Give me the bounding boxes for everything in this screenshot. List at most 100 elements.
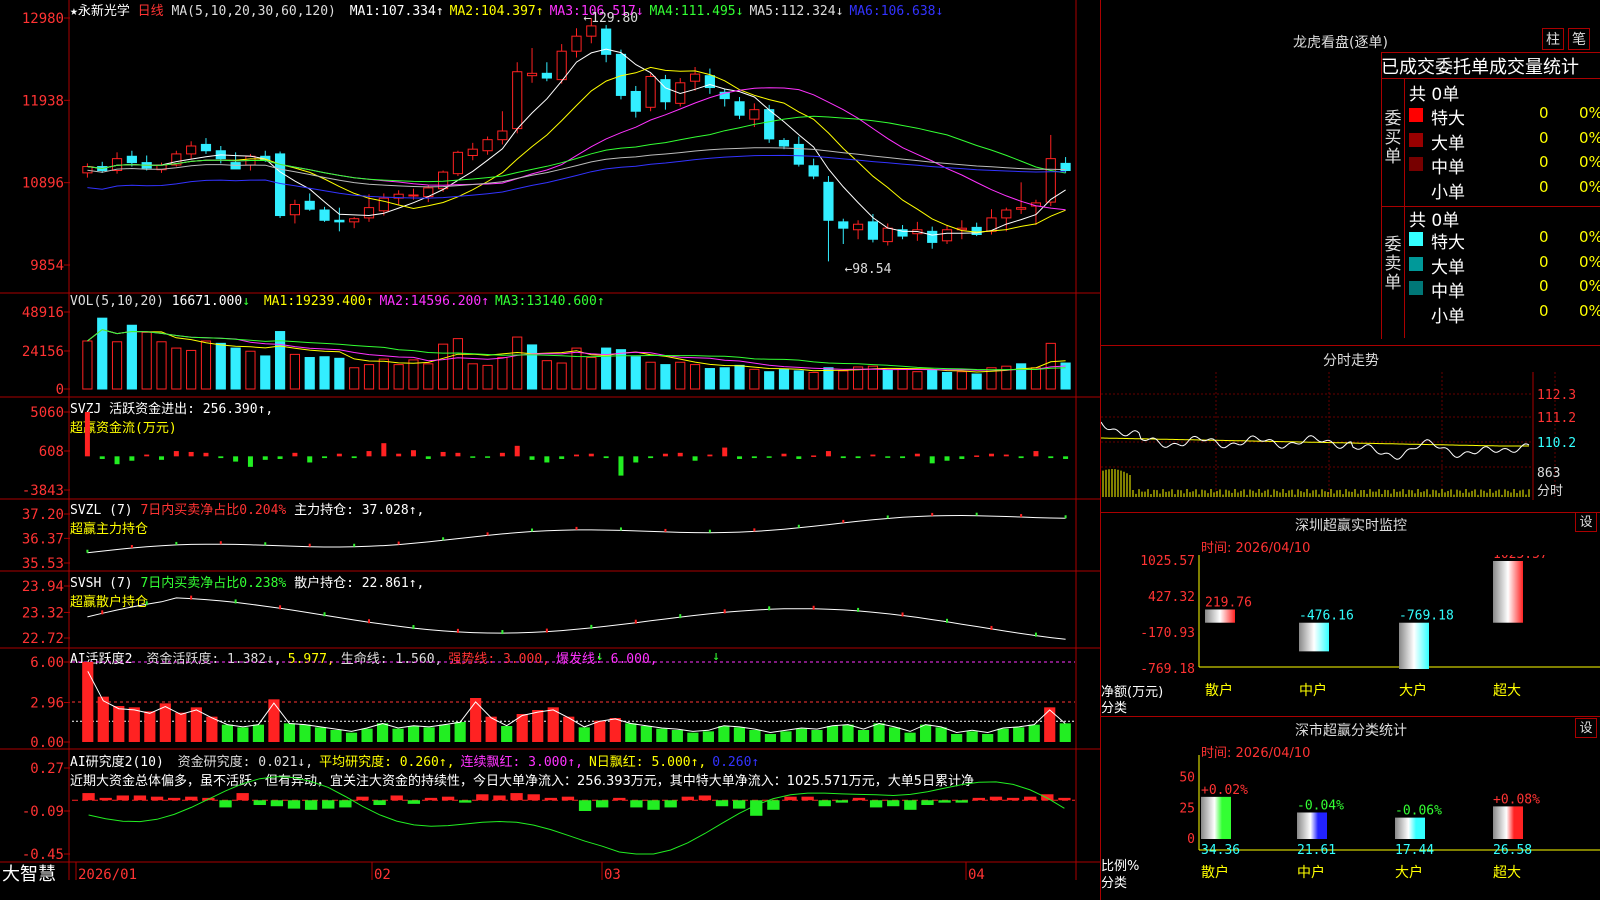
intraday-chart[interactable]: 112.3 111.2 110.2 863 分时 <box>1101 372 1600 512</box>
svzj-bar <box>410 450 416 457</box>
ai-research-bar <box>150 796 164 801</box>
volume-bar <box>586 357 597 390</box>
monitor-top-line <box>1101 512 1600 513</box>
ai-active-bar <box>795 728 808 742</box>
order-pct: 0% <box>1579 177 1600 196</box>
candle <box>764 109 775 140</box>
volume-bar <box>378 358 389 390</box>
volume-bar <box>675 361 686 390</box>
ai-active-bar <box>206 716 218 742</box>
kline-chart[interactable]: 12980 11938 10896 9854 ←129.80 ←98.54 48916 241… <box>0 0 1100 900</box>
ai-active-bar <box>842 724 854 742</box>
ai-active-bar <box>221 724 233 742</box>
svsh-tick <box>590 624 593 629</box>
svsh-line <box>87 597 1066 640</box>
svzl-tick <box>975 512 978 516</box>
classify-bar <box>1201 796 1231 839</box>
pen-mode-button[interactable]: 笔 <box>1568 28 1590 50</box>
svzl-tick <box>664 528 667 532</box>
svzl-tick <box>175 541 178 545</box>
ai-active-bar <box>826 726 839 742</box>
svzj-bar <box>396 453 402 457</box>
ai-active-bar <box>175 712 187 742</box>
ai-active-bar <box>904 732 916 742</box>
order-row: 中单 0 0% <box>1409 277 1600 302</box>
candle <box>452 151 464 175</box>
svzl-tick <box>264 542 267 546</box>
svzj-bar <box>129 456 135 461</box>
svzj-bar <box>692 456 698 461</box>
ai-active-bar <box>966 731 978 742</box>
svzj-bar <box>351 456 357 459</box>
ma30-line <box>87 115 1066 183</box>
svzl-tick <box>353 543 356 547</box>
ai-active-axis-label: 0.00 <box>30 735 64 751</box>
svsh-tick <box>234 599 237 604</box>
svzj-bar <box>188 451 194 457</box>
svzj-bar <box>307 456 313 463</box>
order-name: 大单 <box>1431 133 1465 154</box>
lhb-title: 龙虎看盘(逐单) <box>1293 35 1388 51</box>
ai-research-axis-label: 0.27 <box>30 761 64 777</box>
ai-research-bar <box>253 800 266 806</box>
ai-research-bar <box>818 800 831 807</box>
ai-research-bar <box>304 800 318 810</box>
ai-active-bar <box>97 696 109 742</box>
ai-research-bar <box>527 794 540 801</box>
svzl-tick <box>486 532 489 536</box>
ai-active-bar <box>873 723 885 742</box>
volume-bar <box>274 331 286 390</box>
svzj-bar <box>173 451 179 457</box>
kline-panel[interactable]: ★永新光学 日线 MA(5,10,20,30,60,120) MA1:107.3… <box>0 0 1100 900</box>
ai-active-bar <box>314 727 327 742</box>
svzj-bar <box>633 456 639 463</box>
svzj-bar <box>677 452 683 457</box>
volume-bar <box>912 371 923 390</box>
order-row: 小单 0 0% <box>1409 177 1600 203</box>
svzj-bar <box>825 451 831 457</box>
svzj-bar <box>781 453 787 457</box>
ai-active-bar <box>330 730 342 742</box>
candle <box>556 50 567 81</box>
candle <box>927 230 938 243</box>
ai-research-bar <box>989 796 1003 801</box>
ai-research-bar <box>544 797 557 801</box>
ai-research-bar <box>1058 797 1071 801</box>
classify-settings-button[interactable]: 设 <box>1575 718 1597 738</box>
candle <box>838 221 849 229</box>
order-pct: 0% <box>1579 277 1600 295</box>
volume-bar <box>482 364 493 390</box>
candle <box>586 25 597 37</box>
ai-active-bar <box>671 730 683 742</box>
svsh-tick <box>501 630 504 635</box>
order-swatch <box>1409 108 1423 122</box>
svsh-tick <box>723 609 726 614</box>
monitor-category-label: 超大 <box>1493 683 1521 699</box>
ai-research-bar <box>287 800 301 809</box>
svzj-bar <box>1003 454 1009 457</box>
svzj-bar <box>114 456 120 465</box>
ai-research-bar <box>784 796 797 801</box>
volume-bar <box>645 361 656 390</box>
order-count: 0 <box>1539 128 1549 147</box>
ai-active-bar <box>1059 723 1071 742</box>
ai-research-bar <box>921 800 934 806</box>
monitor-settings-button[interactable]: 设 <box>1575 512 1597 532</box>
classify-bar <box>1297 812 1327 839</box>
svzl-tick <box>619 527 622 531</box>
svzj-bar <box>707 454 713 457</box>
candle <box>541 72 552 79</box>
ai-active-bar <box>702 731 714 742</box>
svsh-tick <box>946 618 949 623</box>
ai-active-bar <box>113 706 125 742</box>
ai-research-bar <box>647 800 660 810</box>
ai-research-bar <box>698 795 712 801</box>
volume-bar <box>630 356 641 390</box>
ai-research-bar <box>270 800 284 807</box>
ai-research-bar <box>493 795 506 801</box>
ai-research-bar <box>476 794 489 801</box>
bar-mode-button[interactable]: 柱 <box>1542 28 1564 50</box>
monitor-bar <box>1299 622 1329 652</box>
svzj-bar <box>900 456 906 459</box>
order-swatch <box>1409 256 1423 271</box>
